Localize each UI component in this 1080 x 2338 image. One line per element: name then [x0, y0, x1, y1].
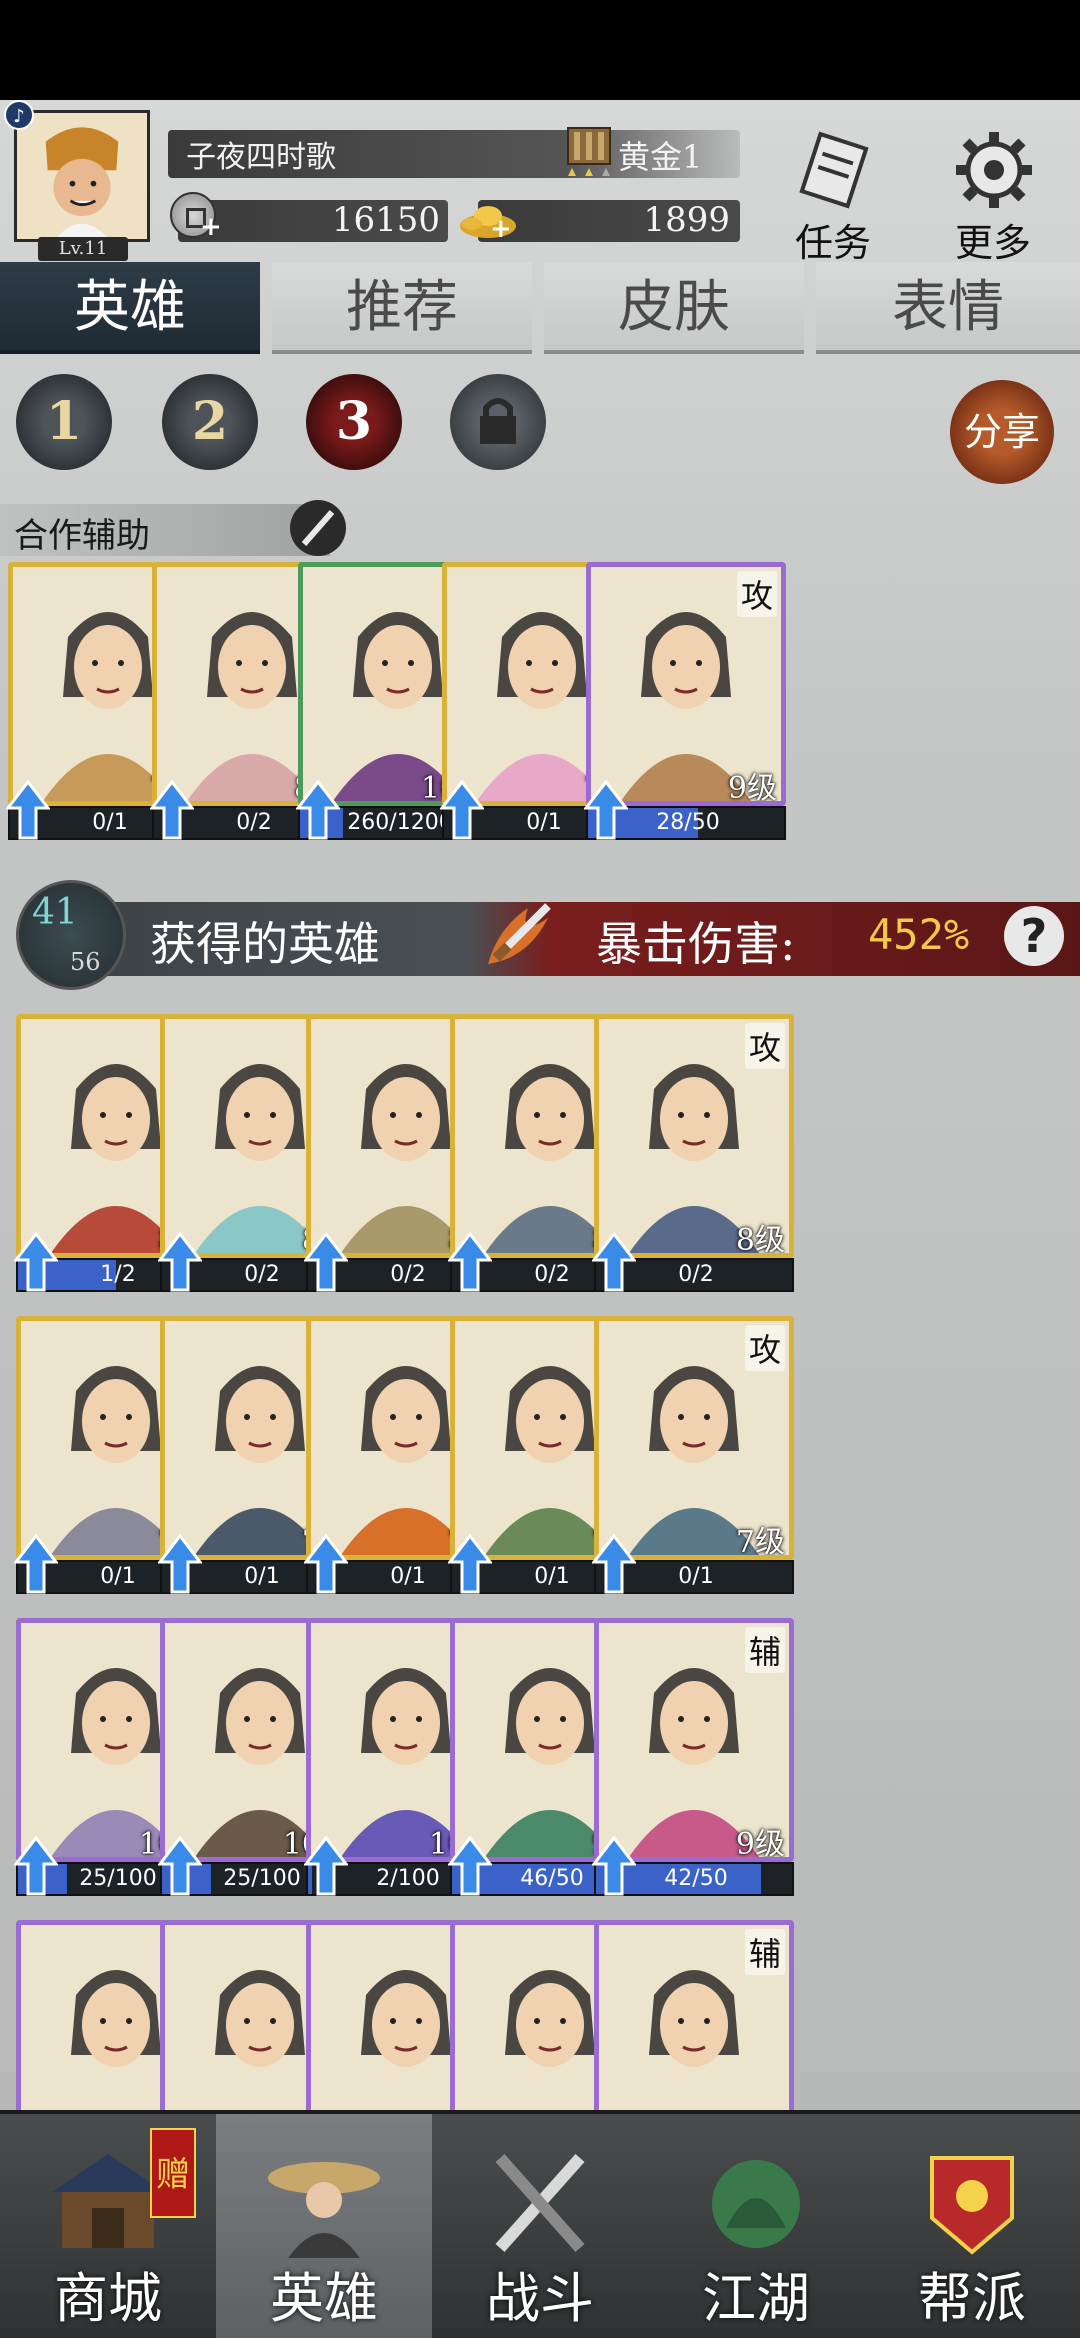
- hero-card-frame: 攻 8级: [594, 1014, 794, 1258]
- hero-role-label: 攻: [736, 571, 777, 617]
- help-icon[interactable]: ?: [1004, 906, 1064, 966]
- upgrade-arrow-icon: [448, 1836, 492, 1896]
- hero-card-frame: 攻 9级: [586, 562, 786, 806]
- hero-icon: [268, 2162, 380, 2258]
- player-avatar[interactable]: [14, 110, 150, 242]
- upgrade-arrow-icon: [14, 1232, 58, 1292]
- hero-card-frame: 辅 9级: [594, 1618, 794, 1862]
- upgrade-arrow-icon: [584, 780, 628, 840]
- owned-heroes-title: 获得的英雄: [150, 917, 380, 971]
- status-bar: [0, 0, 1080, 100]
- page-locked-button[interactable]: [450, 374, 546, 470]
- upgrade-arrow-icon: [448, 1534, 492, 1594]
- nav-label: 江湖: [702, 2267, 810, 2330]
- guild-icon: [930, 2156, 1014, 2255]
- upgrade-arrow-icon: [448, 1232, 492, 1292]
- crit-damage-label: 暴击伤害:: [596, 917, 796, 971]
- tab-emotes[interactable]: 表情: [816, 262, 1080, 354]
- nav-label: 帮派: [918, 2267, 1026, 2330]
- page-3-button[interactable]: 3: [306, 374, 402, 470]
- tasks-label: 任务: [794, 221, 871, 265]
- upgrade-arrow-icon: [158, 1534, 202, 1594]
- upgrade-arrow-icon: [592, 1534, 636, 1594]
- owned-count: 41: [32, 892, 78, 933]
- nav-label: 商城: [54, 2267, 162, 2330]
- upgrade-arrow-icon: [150, 780, 194, 840]
- coin-value: 16150: [331, 200, 440, 240]
- upgrade-arrow-icon: [304, 1232, 348, 1292]
- hero-role-label: 辅: [744, 1929, 785, 1975]
- avatar-badge-icon: ♪: [4, 100, 34, 130]
- nav-item-guild[interactable]: 帮派: [864, 2114, 1080, 2338]
- crit-sword-icon: [488, 903, 551, 964]
- crit-damage-value: 452%: [868, 910, 970, 959]
- add-coins-icon[interactable]: +: [200, 212, 222, 242]
- upgrade-arrow-icon: [304, 1836, 348, 1896]
- hero-role-label: 辅: [744, 1627, 785, 1673]
- hero-level-label: 9级: [727, 771, 777, 806]
- tasks-button[interactable]: 任务: [778, 128, 888, 268]
- page-2-button[interactable]: 2: [162, 374, 258, 470]
- upgrade-arrow-icon: [592, 1232, 636, 1292]
- nav-item-world[interactable]: 江湖: [648, 2114, 864, 2338]
- rank-icon: [567, 127, 611, 176]
- tab-skins[interactable]: 皮肤: [544, 262, 804, 354]
- brush-icon[interactable]: [290, 500, 346, 556]
- hero-card-frame: 攻 7级: [594, 1316, 794, 1560]
- hero-role-label: 攻: [744, 1325, 785, 1371]
- avatar-portrait: [17, 113, 147, 239]
- nav-label: 英雄: [270, 2267, 378, 2330]
- coop-section-label: 合作辅助: [14, 516, 150, 556]
- hero-level-label: 8级: [735, 1223, 785, 1258]
- upgrade-arrow-icon: [158, 1232, 202, 1292]
- tab-recommended[interactable]: 推荐: [272, 262, 532, 354]
- upgrade-arrow-icon: [14, 1836, 58, 1896]
- upgrade-arrow-icon: [304, 1534, 348, 1594]
- tab-heroes[interactable]: 英雄: [0, 262, 260, 354]
- hero-level-label: 9级: [735, 1827, 785, 1862]
- lock-icon: [480, 398, 516, 444]
- add-gold-icon[interactable]: +: [490, 214, 512, 244]
- player-name: 子夜四时歌: [186, 140, 336, 175]
- world-icon: [712, 2160, 800, 2248]
- upgrade-arrow-icon: [592, 1836, 636, 1896]
- nav-label: 战斗: [486, 2267, 594, 2330]
- upgrade-arrow-icon: [6, 780, 50, 840]
- upgrade-arrow-icon: [296, 780, 340, 840]
- rank-label: 黄金1: [618, 138, 703, 176]
- gear-icon: [956, 132, 1032, 208]
- hero-role-label: 攻: [744, 1023, 785, 1069]
- main-tabs: 英雄 推荐 皮肤 表情: [0, 262, 1080, 354]
- page-1-button[interactable]: 1: [16, 374, 112, 470]
- hero-card[interactable]: 攻 9级 28/50: [584, 562, 786, 842]
- upgrade-arrow-icon: [440, 780, 484, 840]
- tasks-icon: [799, 131, 869, 209]
- player-level: Lv.11: [38, 237, 128, 261]
- hero-level-label: 7级: [735, 1525, 785, 1560]
- more-button[interactable]: 更多: [938, 128, 1048, 268]
- upgrade-arrow-icon: [158, 1836, 202, 1896]
- gold-value: 1899: [643, 200, 730, 240]
- gift-badge: 赠: [150, 2128, 196, 2218]
- hero-card[interactable]: 攻8级0/2: [592, 1014, 794, 1294]
- battle-icon: [495, 2154, 585, 2252]
- nav-item-hero[interactable]: 英雄: [216, 2114, 432, 2338]
- nav-item-battle[interactable]: 战斗: [432, 2114, 648, 2338]
- owned-total: 56: [70, 948, 101, 976]
- hero-card[interactable]: 攻7级0/1: [592, 1316, 794, 1596]
- more-label: 更多: [954, 221, 1031, 265]
- share-button[interactable]: 分享: [950, 380, 1054, 484]
- upgrade-arrow-icon: [14, 1534, 58, 1594]
- hero-card[interactable]: 辅 9级 42/50: [592, 1618, 794, 1898]
